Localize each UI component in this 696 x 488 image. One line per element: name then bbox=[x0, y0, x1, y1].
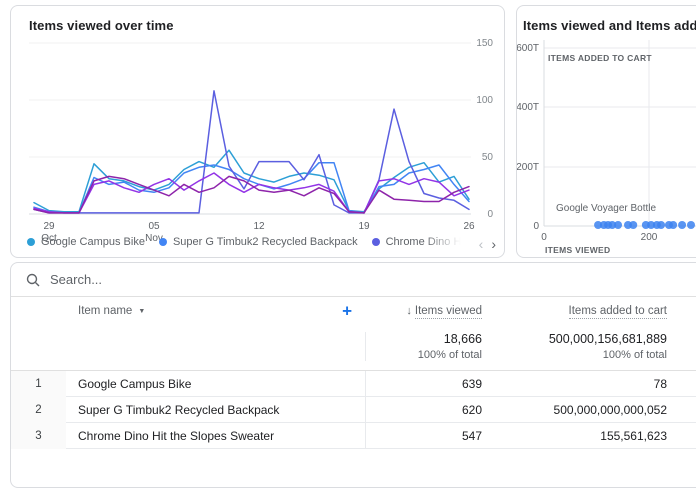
item-name-cell: Super G Timbuk2 Recycled Backpack bbox=[66, 397, 366, 423]
legend-dot-icon bbox=[159, 238, 167, 246]
search-icon bbox=[26, 273, 40, 287]
table-row: 1 Google Campus Bike 639 78 bbox=[11, 371, 696, 397]
sort-desc-icon: ↓ bbox=[406, 305, 412, 317]
total-items-added: 500,000,156,681,889 bbox=[486, 332, 667, 346]
item-name-header[interactable]: Item name ▼ + bbox=[66, 297, 366, 325]
items-added-cell: 500,000,000,000,052 bbox=[486, 403, 671, 417]
svg-text:100: 100 bbox=[476, 95, 493, 106]
svg-text:19: 19 bbox=[358, 221, 370, 232]
total-items-viewed: 18,666 bbox=[366, 332, 482, 346]
items-added-cell: 78 bbox=[486, 377, 671, 391]
legend-item[interactable]: Google Campus Bike bbox=[27, 236, 145, 248]
items-added-header[interactable]: Items added to cart bbox=[486, 305, 671, 317]
items-viewed-cell: 547 bbox=[366, 429, 486, 443]
scatter-chart-title: Items viewed and Items added to cart by … bbox=[523, 18, 696, 33]
svg-text:12: 12 bbox=[253, 221, 265, 232]
svg-text:29: 29 bbox=[43, 221, 55, 232]
total-items-viewed-pct: 100% of total bbox=[366, 349, 482, 361]
scatter-chart-card: Items viewed and Items added to cart by … bbox=[516, 5, 696, 258]
items-viewed-header[interactable]: ↓Items viewed bbox=[366, 305, 486, 317]
legend-item[interactable]: Super G Timbuk2 Recycled Backpack bbox=[159, 236, 358, 248]
data-table-card: Item name ▼ + ↓Items viewed Items added … bbox=[10, 262, 696, 488]
items-added-cell: 155,561,623 bbox=[486, 429, 671, 443]
svg-text:0: 0 bbox=[533, 221, 539, 232]
items-viewed-cell: 620 bbox=[366, 403, 486, 417]
svg-text:400T: 400T bbox=[517, 102, 539, 113]
legend-next-icon[interactable]: › bbox=[491, 235, 496, 253]
svg-text:ITEMS ADDED TO CART: ITEMS ADDED TO CART bbox=[548, 53, 652, 63]
line-chart-card: Items viewed over time 05010015029Oct05N… bbox=[10, 5, 505, 258]
svg-text:Google Voyager Bottle: Google Voyager Bottle bbox=[556, 203, 657, 214]
line-chart-title: Items viewed over time bbox=[29, 18, 174, 33]
svg-text:150: 150 bbox=[476, 38, 493, 49]
svg-text:50: 50 bbox=[482, 152, 494, 163]
legend-label: Chrome Dino Hit the Slopes Sweater bbox=[386, 236, 470, 248]
legend-pager: ‹ › bbox=[479, 235, 496, 253]
legend-dot-icon bbox=[27, 238, 35, 246]
svg-text:0: 0 bbox=[541, 232, 547, 243]
svg-text:600T: 600T bbox=[517, 43, 539, 54]
row-number: 1 bbox=[11, 371, 66, 397]
legend-item[interactable]: Chrome Dino Hit the Slopes Sweater bbox=[372, 236, 470, 248]
svg-text:200: 200 bbox=[641, 232, 658, 243]
legend-label: Super G Timbuk2 Recycled Backpack bbox=[173, 236, 358, 248]
svg-text:05: 05 bbox=[148, 221, 160, 232]
item-name-cell: Google Campus Bike bbox=[66, 371, 366, 397]
legend-dot-icon bbox=[372, 238, 380, 246]
legend-prev-icon[interactable]: ‹ bbox=[479, 235, 484, 253]
table-search-bar bbox=[11, 263, 696, 297]
total-items-added-pct: 100% of total bbox=[486, 349, 667, 361]
item-name-cell: Chrome Dino Hit the Slopes Sweater bbox=[66, 423, 366, 449]
scatter-chart: 600T 400T 200T 0 ITEMS ADDED TO CART 0 200 ITEM… bbox=[517, 32, 696, 257]
legend-label: Google Campus Bike bbox=[41, 236, 145, 248]
table-totals-row: 18,666 100% of total 500,000,156,681,889… bbox=[11, 325, 696, 371]
svg-text:ITEMS VIEWED: ITEMS VIEWED bbox=[545, 245, 610, 255]
search-input[interactable] bbox=[50, 272, 350, 287]
row-number: 2 bbox=[11, 397, 66, 423]
add-column-button[interactable]: + bbox=[342, 303, 352, 320]
analytics-dashboard: { "left_card": { "title": "Items viewed … bbox=[0, 0, 696, 432]
items-viewed-cell: 639 bbox=[366, 377, 486, 391]
chevron-down-icon[interactable]: ▼ bbox=[138, 308, 145, 315]
svg-text:26: 26 bbox=[463, 221, 475, 232]
line-chart: 05010015029Oct05Nov121926 bbox=[19, 32, 505, 246]
svg-text:200T: 200T bbox=[517, 162, 539, 173]
row-number: 3 bbox=[11, 423, 66, 449]
table-header-row: Item name ▼ + ↓Items viewed Items added … bbox=[11, 297, 696, 325]
svg-text:0: 0 bbox=[487, 209, 493, 220]
table-row: 2 Super G Timbuk2 Recycled Backpack 620 … bbox=[11, 397, 696, 423]
line-chart-legend: Google Campus Bike Super G Timbuk2 Recyc… bbox=[27, 234, 470, 250]
table-row: 3 Chrome Dino Hit the Slopes Sweater 547… bbox=[11, 423, 696, 449]
